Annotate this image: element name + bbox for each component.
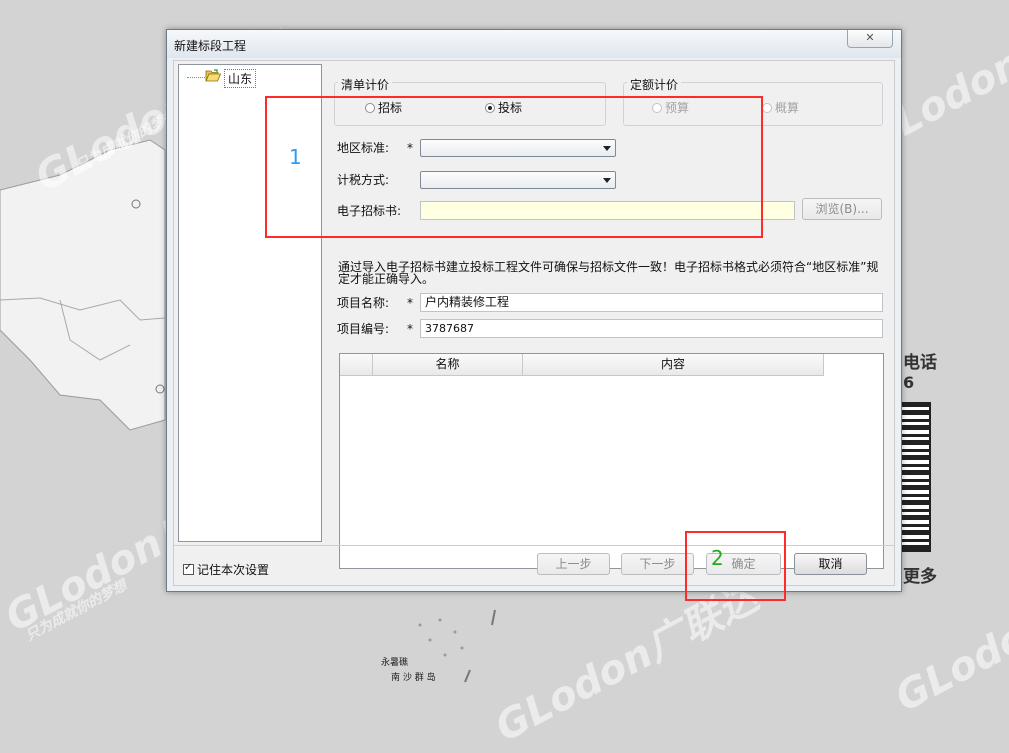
grid-header-name[interactable]: 名称 — [373, 354, 523, 375]
side-text-phone: 电话 — [903, 353, 937, 373]
next-step-button[interactable]: 下一步 — [621, 553, 694, 575]
remember-settings-checkbox[interactable]: 记住本次设置 — [183, 561, 269, 578]
grid-header: 名称 内容 — [340, 354, 824, 376]
close-icon: ✕ — [865, 31, 875, 44]
import-note: 通过导入电子招标书建立投标工程文件可确保与招标文件一致！电子招标书格式必须符合“… — [338, 260, 879, 286]
dialog-title: 新建标段工程 — [174, 39, 247, 53]
grid-header-corner — [340, 354, 373, 375]
required-mark: * — [407, 322, 413, 336]
qr-code — [897, 402, 931, 552]
annotation-number-1: 1 — [289, 145, 302, 169]
radio-estimate-label: 概算 — [775, 101, 800, 115]
browse-button[interactable]: 浏览(B)... — [802, 198, 882, 220]
radio-estimate[interactable]: 概算 — [762, 99, 799, 116]
tree-item-shandong[interactable]: 山东 — [224, 69, 257, 88]
side-text-more: 更多 — [903, 567, 937, 587]
folder-open-icon — [205, 69, 221, 82]
quota-pricing-legend: 定额计价 — [627, 76, 682, 93]
remember-settings-label: 记住本次设置 — [197, 563, 270, 577]
map-label-reef: 永暑礁 — [381, 658, 409, 668]
close-button[interactable]: ✕ — [847, 30, 893, 48]
annotation-box-1 — [265, 96, 763, 238]
prev-step-button[interactable]: 上一步 — [537, 553, 610, 575]
checkbox-box — [183, 562, 194, 575]
project-number-input[interactable]: 3787687 — [420, 319, 883, 338]
footer-divider — [174, 545, 894, 546]
attribute-grid[interactable]: 名称 内容 — [339, 353, 884, 569]
required-mark: * — [407, 296, 413, 310]
side-text-number: 6 — [903, 373, 915, 392]
grid-header-content[interactable]: 内容 — [523, 354, 824, 375]
project-name-label: 项目名称: — [337, 296, 390, 310]
tree-connector — [187, 77, 207, 78]
project-name-input[interactable]: 户内精装修工程 — [420, 293, 883, 312]
dialog-titlebar[interactable]: 新建标段工程 ✕ — [167, 30, 901, 58]
cancel-button[interactable]: 取消 — [794, 553, 867, 575]
bill-pricing-legend: 清单计价 — [338, 76, 393, 93]
annotation-number-2: 2 — [711, 546, 724, 570]
annotation-box-2 — [685, 531, 786, 601]
radio-circle — [762, 102, 772, 113]
map-label-islands: 南 沙 群 岛 — [391, 673, 436, 683]
project-number-label: 项目编号: — [337, 322, 390, 336]
